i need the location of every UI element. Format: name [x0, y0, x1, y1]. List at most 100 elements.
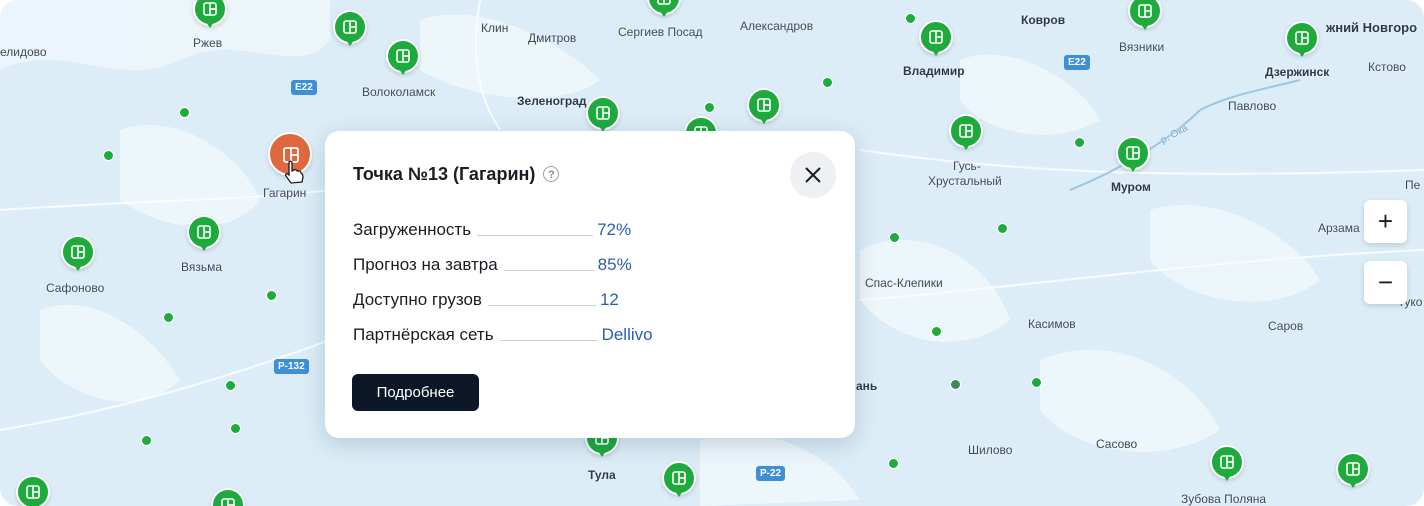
warehouse-marker[interactable]: [1210, 445, 1244, 485]
city-label: Сасово: [1096, 437, 1138, 451]
city-label: Муром: [1111, 180, 1151, 194]
warehouse-marker[interactable]: [386, 39, 420, 79]
map-point-dot[interactable]: [225, 380, 236, 391]
city-label: Зеленоград: [517, 94, 587, 108]
map-point-dot[interactable]: [704, 102, 715, 113]
city-label: Павлово: [1228, 99, 1277, 113]
warehouse-icon: [757, 98, 771, 112]
city-label: Хрустальный: [928, 174, 1002, 188]
details-button[interactable]: Подробнее: [352, 374, 479, 411]
map-point-dot[interactable]: [905, 13, 916, 24]
map-point-dot[interactable]: [822, 77, 833, 88]
zoom-out-button[interactable]: −: [1364, 261, 1407, 304]
stat-row-load: Загруженность 72%: [353, 218, 631, 240]
map-point-dot[interactable]: [997, 223, 1008, 234]
close-button[interactable]: [790, 152, 836, 198]
warehouse-icon: [71, 245, 85, 259]
city-label: Вязники: [1119, 40, 1165, 54]
city-label: Клин: [481, 21, 509, 35]
popup-title: Точка №13 (Гагарин)?: [353, 164, 560, 185]
map-point-dot[interactable]: [950, 379, 961, 390]
warehouse-marker[interactable]: [949, 114, 983, 154]
warehouse-icon: [596, 106, 610, 120]
city-label: жний Новгоро: [1326, 20, 1418, 35]
warehouse-marker[interactable]: [647, 0, 681, 21]
stat-label: Доступно грузов: [353, 290, 482, 309]
city-label: Тула: [588, 468, 616, 482]
city-label: Сафоново: [46, 281, 105, 295]
city-label: Вязьма: [181, 260, 223, 274]
warehouse-marker[interactable]: [16, 475, 50, 506]
warehouse-icon: [1220, 455, 1234, 469]
warehouse-marker[interactable]: [193, 0, 227, 32]
road-shield: P-22: [756, 466, 786, 481]
stat-value: 12: [599, 290, 619, 309]
map-point-dot[interactable]: [230, 423, 241, 434]
city-label: Дзержинск: [1265, 65, 1330, 79]
warehouse-marker[interactable]: [1116, 136, 1150, 176]
stat-value: 85%: [597, 255, 632, 274]
stat-row-cargo: Доступно грузов 12: [353, 288, 619, 310]
question-circle-icon[interactable]: ?: [543, 166, 560, 182]
popup-title-text: Точка №13 (Гагарин): [353, 164, 536, 184]
map-point-dot[interactable]: [888, 458, 899, 469]
map-point-dot[interactable]: [889, 232, 900, 243]
map-point-dot[interactable]: [1031, 377, 1042, 388]
zoom-in-button[interactable]: +: [1364, 200, 1407, 243]
road-shield: E22: [1064, 55, 1090, 70]
stat-value[interactable]: Dellivo: [602, 325, 653, 345]
warehouse-marker[interactable]: [211, 488, 245, 506]
city-label: елидово: [0, 45, 47, 59]
warehouse-icon: [203, 2, 217, 16]
warehouse-marker[interactable]: [333, 10, 367, 50]
road-shield: E22: [291, 80, 317, 95]
warehouse-marker[interactable]: [586, 96, 620, 136]
warehouse-icon: [396, 49, 410, 63]
warehouse-icon: [672, 471, 686, 485]
map-point-dot[interactable]: [266, 290, 277, 301]
map-point-dot[interactable]: [1074, 137, 1085, 148]
city-label: Гагарин: [263, 186, 307, 200]
warehouse-icon: [657, 0, 671, 5]
city-label: Ржев: [193, 36, 223, 50]
map[interactable]: Ржев елидово Клин Дмитров Сергиев Посад …: [0, 0, 1424, 506]
map-point-dot[interactable]: [931, 326, 942, 337]
city-label: Александров: [740, 19, 814, 33]
warehouse-marker[interactable]: [1336, 452, 1370, 492]
map-point-dot[interactable]: [103, 150, 114, 161]
warehouse-marker[interactable]: [61, 235, 95, 275]
city-label: Кстово: [1368, 60, 1406, 74]
city-label: Арзама: [1318, 221, 1360, 235]
close-icon: [805, 167, 821, 183]
city-label: Дмитров: [528, 31, 577, 45]
warehouse-icon: [343, 20, 357, 34]
city-label: Волоколамск: [362, 85, 436, 99]
warehouse-marker[interactable]: [747, 88, 781, 128]
city-label: Гусь-: [953, 159, 981, 173]
warehouse-icon: [1295, 31, 1309, 45]
warehouse-marker[interactable]: [662, 461, 696, 501]
warehouse-icon: [197, 225, 211, 239]
city-label: Касимов: [1028, 317, 1076, 331]
city-label: Пе: [1405, 178, 1421, 192]
city-label: ань: [856, 379, 878, 393]
warehouse-marker[interactable]: [1285, 21, 1319, 61]
warehouse-icon: [929, 30, 943, 44]
city-label: Зубова Поляна: [1181, 492, 1267, 506]
map-point-dot[interactable]: [141, 435, 152, 446]
warehouse-icon: [221, 498, 235, 506]
leader-line: [503, 270, 594, 271]
map-point-dot[interactable]: [163, 312, 174, 323]
map-point-dot[interactable]: [179, 107, 190, 118]
stat-row-partner: Партнёрская сеть Dellivo: [353, 323, 653, 345]
point-info-popup: Точка №13 (Гагарин)? Загруженность 72% Пр…: [325, 131, 855, 438]
stat-value: 72%: [597, 220, 632, 239]
city-label: Саров: [1268, 319, 1304, 333]
warehouse-marker[interactable]: [1128, 0, 1162, 34]
stat-label: Прогноз на завтра: [353, 255, 498, 274]
leader-line: [487, 305, 596, 306]
city-label: Владимир: [903, 64, 965, 78]
warehouse-marker[interactable]: [187, 215, 221, 255]
warehouse-marker[interactable]: [919, 20, 953, 60]
city-label: Сергиев Посад: [618, 25, 703, 39]
